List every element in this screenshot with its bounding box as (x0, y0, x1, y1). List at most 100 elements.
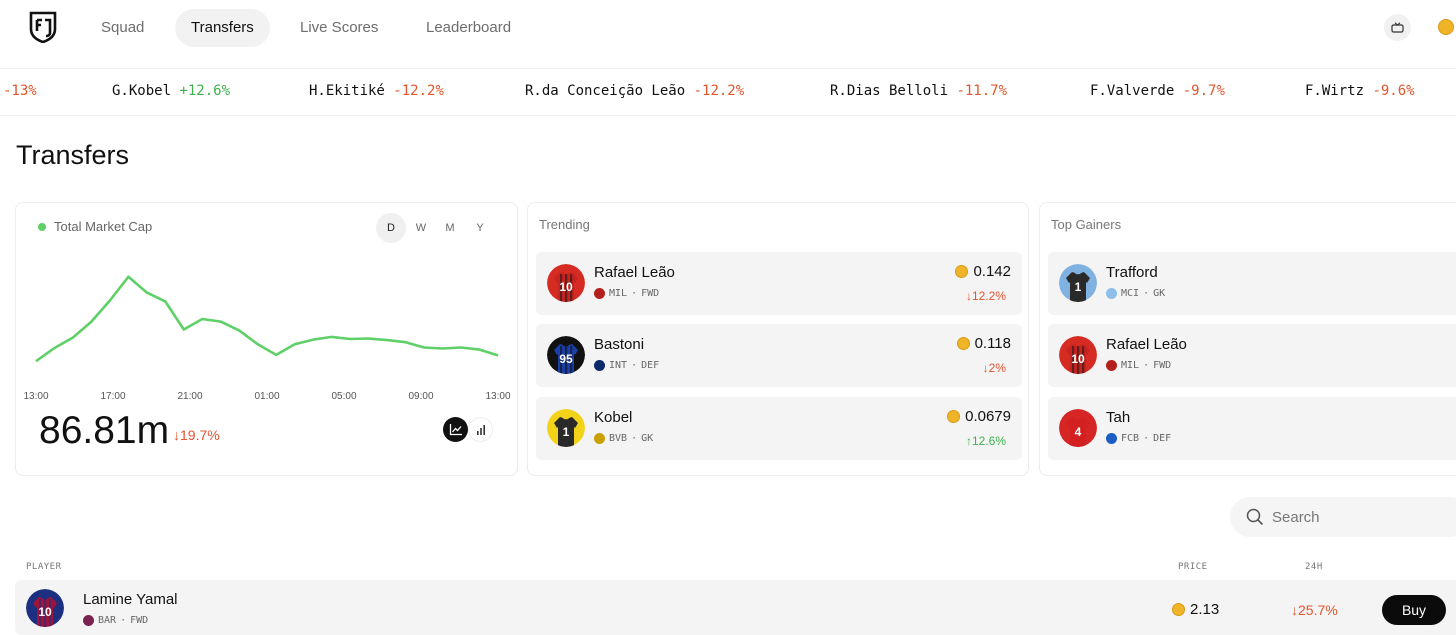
player-avatar: 10 (26, 589, 64, 627)
coin-icon (956, 337, 970, 350)
coin-icon[interactable] (1438, 19, 1454, 35)
player-meta: MCI · GK (1106, 288, 1165, 299)
player-avatar: 10 (1059, 336, 1097, 374)
ticker-item[interactable]: -13% (3, 83, 37, 99)
player-price: 0.0679 (947, 408, 1011, 425)
player-avatar: 1 (547, 409, 585, 447)
period-day[interactable]: D (376, 213, 406, 243)
series-line (35, 275, 499, 363)
player-price: 0.142 (955, 263, 1011, 280)
market-cap-card: Total Market Cap D W M Y 13:00 17:00 21:00… (15, 202, 518, 476)
trending-title: Trending (539, 217, 590, 232)
gainer-item[interactable]: 10 Rafael Leão MIL · FWD (1048, 324, 1456, 387)
club-badge-icon (594, 288, 605, 299)
player-name: Tah (1106, 409, 1131, 426)
ticker-item[interactable]: G.Kobel +12.6% (112, 83, 230, 99)
tab-live-scores[interactable]: Live Scores (284, 9, 394, 47)
x-tick-label: 01:00 (254, 391, 279, 402)
club-badge-icon (1106, 288, 1117, 299)
player-meta: INT · DEF (594, 360, 659, 371)
ticker-item[interactable]: F.Valverde -9.7% (1090, 83, 1225, 99)
player-name: Rafael Leão (594, 264, 675, 281)
jersey-icon: 10 (1059, 336, 1097, 374)
ticker-item[interactable]: F.Wirtz -9.6% (1305, 83, 1415, 99)
page-title: Transfers (16, 140, 130, 170)
line-view-button[interactable] (443, 417, 468, 442)
club-badge-icon (594, 433, 605, 444)
search-icon (1246, 508, 1264, 526)
tab-squad[interactable]: Squad (85, 9, 160, 47)
market-cap-chart[interactable]: 13:00 17:00 21:00 01:00 05:00 09:00 13:00 (16, 253, 517, 405)
x-tick-label: 21:00 (177, 391, 202, 402)
trending-card: Trending 10 Rafael Leão MIL · FWD 0.142 ↓1… (527, 202, 1029, 476)
player-name: Kobel (594, 409, 633, 426)
tv-button[interactable] (1384, 14, 1411, 41)
club-badge-icon (1106, 433, 1117, 444)
jersey-number: 4 (1075, 425, 1082, 439)
column-header-24h[interactable]: 24H (1305, 562, 1323, 572)
player-name: Bastoni (594, 336, 645, 353)
ticker-item[interactable]: R.da Conceição Leão -12.2% (525, 83, 744, 99)
player-avatar: 95 (547, 336, 585, 374)
trending-item[interactable]: 95 Bastoni INT · DEF 0.118 ↓2% (536, 324, 1022, 387)
coin-icon (1172, 603, 1185, 616)
coin-icon (947, 410, 961, 423)
search-input[interactable] (1272, 505, 1452, 529)
player-meta: MIL · FWD (1106, 360, 1171, 371)
jersey-number: 1 (563, 425, 570, 439)
green-dot-icon (38, 222, 46, 231)
player-price: 0.118 (956, 335, 1011, 352)
jersey-icon: 95 (547, 336, 585, 374)
jersey-icon: 10 (547, 264, 585, 302)
buy-button[interactable]: Buy (1382, 595, 1446, 625)
player-avatar: 1 (1059, 264, 1097, 302)
period-week[interactable]: W (406, 213, 436, 243)
jersey-number: 10 (1071, 352, 1085, 366)
player-change: ↓2% (982, 361, 1006, 375)
tab-transfers[interactable]: Transfers (175, 9, 270, 47)
top-gainers-card: Top Gainers 1 Trafford MCI · GK 10 Rafael … (1039, 202, 1456, 476)
trending-item[interactable]: 1 Kobel BVB · GK 0.0679 ↑12.6% (536, 397, 1022, 460)
period-year[interactable]: Y (465, 213, 495, 243)
x-tick-label: 09:00 (408, 391, 433, 402)
column-header-price[interactable]: PRICE (1178, 562, 1208, 572)
market-cap-change: ↓19.7% (173, 427, 220, 443)
column-header-player[interactable]: PLAYER (26, 562, 62, 572)
ticker-item[interactable]: R.Dias Belloli -11.7% (830, 83, 1007, 99)
jersey-number: 10 (559, 280, 573, 294)
club-badge-icon (594, 360, 605, 371)
player-meta: FCB · DEF (1106, 433, 1171, 444)
player-meta: MIL · FWD (594, 288, 659, 299)
player-meta: BVB · GK (594, 433, 653, 444)
player-avatar: 10 (547, 264, 585, 302)
jersey-number: 10 (38, 605, 52, 619)
price-ticker: -13% G.Kobel +12.6% H.Ekitiké -12.2% R.d… (0, 68, 1456, 116)
player-price: 2.13 (1172, 601, 1219, 618)
gainer-item[interactable]: 1 Trafford MCI · GK (1048, 252, 1456, 315)
gainer-item[interactable]: 4 Tah FCB · DEF (1048, 397, 1456, 460)
player-change: ↑12.6% (965, 434, 1006, 448)
coin-icon (955, 265, 969, 278)
x-tick-label: 05:00 (331, 391, 356, 402)
logo-icon[interactable] (28, 11, 58, 43)
tab-leaderboard[interactable]: Leaderboard (410, 9, 527, 47)
player-name: Trafford (1106, 264, 1158, 281)
trending-item[interactable]: 10 Rafael Leão MIL · FWD 0.142 ↓12.2% (536, 252, 1022, 315)
club-badge-icon (1106, 360, 1117, 371)
bar-view-button[interactable] (468, 417, 493, 442)
ticker-item[interactable]: H.Ekitiké -12.2% (309, 83, 444, 99)
jersey-number: 1 (1075, 280, 1082, 294)
market-cap-title: Total Market Cap (54, 219, 153, 234)
top-gainers-title: Top Gainers (1051, 217, 1122, 232)
player-meta: BAR · FWD (83, 615, 148, 626)
table-row[interactable]: 10 Lamine Yamal BAR · FWD 2.13 ↓25.7% Buy (15, 580, 1456, 635)
search-box (1230, 497, 1456, 537)
market-cap-value: 86.81m (39, 409, 170, 452)
player-avatar: 4 (1059, 409, 1097, 447)
club-badge-icon (83, 615, 94, 626)
x-tick-label: 17:00 (100, 391, 125, 402)
top-nav: Squad Transfers Live Scores Leaderboard (0, 0, 1456, 56)
jersey-icon: 4 (1059, 409, 1097, 447)
period-month[interactable]: M (435, 213, 465, 243)
jersey-icon: 1 (547, 409, 585, 447)
